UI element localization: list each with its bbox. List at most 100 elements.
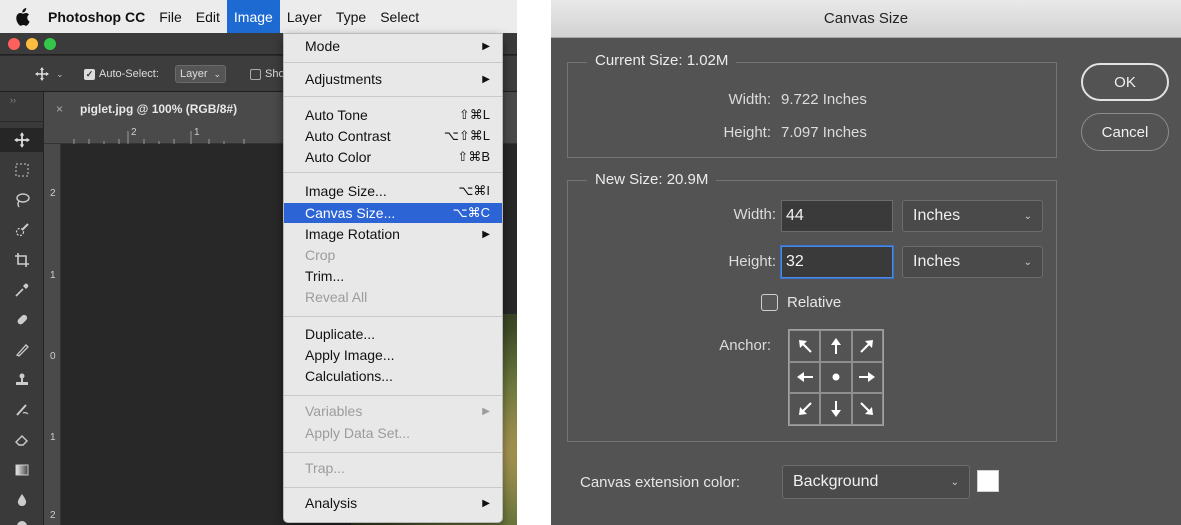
arrow-left-icon — [796, 372, 813, 383]
close-tab-icon[interactable]: × — [56, 102, 63, 116]
menu-item-label: Image Size... — [305, 183, 387, 199]
relative-checkbox[interactable] — [761, 294, 778, 311]
close-window-button[interactable] — [8, 38, 20, 50]
anchor-bottom-right[interactable] — [851, 393, 883, 425]
gradient-tool-button[interactable] — [0, 458, 44, 482]
menu-item-label: Calculations... — [305, 368, 393, 384]
menu-item-image-size[interactable]: Image Size... ⌥⌘I — [284, 181, 502, 201]
cancel-button[interactable]: Cancel — [1081, 113, 1169, 151]
menu-image[interactable]: Image — [226, 0, 280, 33]
width-input[interactable] — [781, 200, 893, 232]
new-size-legend: New Size: 20.9M — [587, 171, 717, 188]
height-unit-dropdown[interactable]: Inches ⌄ — [902, 246, 1043, 278]
ok-button[interactable]: OK — [1081, 63, 1169, 101]
width-unit-dropdown[interactable]: Inches ⌄ — [902, 200, 1043, 232]
healing-brush-tool-button[interactable] — [0, 308, 44, 332]
menu-separator — [284, 316, 502, 317]
menu-layer[interactable]: Layer — [280, 0, 329, 33]
anchor-middle-right[interactable] — [851, 361, 883, 394]
menu-item-image-rotation[interactable]: Image Rotation ▶ — [284, 224, 502, 244]
apple-icon[interactable] — [0, 7, 44, 26]
menu-select[interactable]: Select — [373, 0, 426, 33]
menu-item-label: Mode — [305, 38, 341, 54]
ruler-label: 2 — [50, 188, 56, 199]
menu-item-duplicate[interactable]: Duplicate... — [284, 324, 502, 344]
eraser-tool-button[interactable] — [0, 428, 44, 452]
menu-item-label: Trim... — [305, 268, 345, 284]
bandage-icon — [17, 314, 28, 325]
menu-item-label: Image Rotation — [305, 226, 400, 242]
crop-tool-button[interactable] — [0, 248, 44, 272]
current-width-value: 9.722 Inches — [781, 91, 867, 108]
history-brush-tool-button[interactable] — [0, 398, 44, 422]
anchor-label: Anchor: — [719, 337, 771, 354]
panel-collapse-icon[interactable]: ›› — [0, 92, 44, 122]
extension-color-dropdown[interactable]: Background ⌄ — [782, 465, 970, 499]
eyedropper-tool-button[interactable] — [0, 278, 44, 302]
menu-item-trim[interactable]: Trim... — [284, 266, 502, 286]
chevron-down-icon: ⌄ — [213, 68, 222, 79]
menu-file[interactable]: File — [152, 0, 189, 33]
quick-select-icon — [15, 223, 29, 237]
lasso-icon — [16, 193, 30, 208]
anchor-middle-left[interactable] — [789, 361, 821, 394]
move-icon — [14, 132, 30, 148]
menu-item-auto-color[interactable]: Auto Color ⇧⌘B — [284, 147, 502, 167]
menu-item-apply-image[interactable]: Apply Image... — [284, 345, 502, 365]
canvas-size-dialog: Canvas Size Current Size: 1.02M Width: 9… — [551, 0, 1181, 525]
clone-stamp-tool-button[interactable] — [0, 368, 44, 392]
menu-item-label: Auto Color — [305, 149, 372, 165]
menu-item-canvas-size[interactable]: Canvas Size... ⌥⌘C — [284, 203, 502, 223]
arrow-right-icon — [859, 372, 876, 383]
menu-item-adjustments[interactable]: Adjustments ▶ — [284, 69, 502, 89]
current-height-label: Height: — [723, 124, 771, 141]
menu-item-analysis[interactable]: Analysis ▶ — [284, 493, 502, 513]
anchor-center[interactable] — [820, 361, 852, 394]
lasso-tool-button[interactable] — [0, 188, 44, 212]
move-tool-icon[interactable] — [34, 56, 50, 92]
show-transform-checkbox[interactable]: Sho — [250, 56, 285, 92]
zoom-window-button[interactable] — [44, 38, 56, 50]
extension-color-swatch[interactable] — [977, 470, 999, 492]
menu-photoshop[interactable]: Photoshop CC — [44, 0, 152, 33]
height-input[interactable] — [781, 246, 893, 278]
menu-item-auto-contrast[interactable]: Auto Contrast ⌥⇧⌘L — [284, 126, 502, 146]
vertical-ruler[interactable]: 2 1 0 1 2 — [44, 144, 61, 525]
dialog-title: Canvas Size — [551, 0, 1181, 38]
menu-type[interactable]: Type — [329, 0, 373, 33]
anchor-top-right[interactable] — [851, 330, 883, 362]
menu-separator — [284, 172, 502, 173]
menu-item-shortcut: ⌥⌘I — [458, 183, 490, 198]
marquee-tool-button[interactable] — [0, 158, 44, 182]
document-tab-title: piglet.jpg @ 100% (RGB/8#) — [80, 102, 238, 116]
anchor-bottom-center[interactable] — [820, 393, 852, 425]
blur-tool-button[interactable] — [0, 488, 44, 512]
anchor-top-center[interactable] — [820, 330, 852, 362]
ruler-label: 2 — [50, 510, 56, 521]
brush-tool-button[interactable] — [0, 338, 44, 362]
menu-item-shortcut: ⇧⌘B — [457, 149, 490, 164]
droplet-icon — [17, 494, 27, 506]
menu-edit[interactable]: Edit — [189, 0, 227, 33]
brush-icon — [15, 344, 29, 357]
tool-preset-chevron-icon[interactable]: ⌄ — [56, 56, 64, 92]
menu-item-calculations[interactable]: Calculations... — [284, 366, 502, 386]
anchor-dot-icon — [832, 373, 840, 381]
anchor-bottom-left[interactable] — [789, 393, 821, 425]
show-transform-label: Sho — [265, 68, 285, 80]
minimize-window-button[interactable] — [26, 38, 38, 50]
menu-item-label: Crop — [305, 247, 336, 263]
anchor-top-left[interactable] — [789, 330, 821, 362]
menu-item-trap: Trap... — [284, 458, 502, 478]
auto-select-target-dropdown[interactable]: Layer ⌄ — [175, 56, 227, 92]
marquee-icon — [15, 163, 29, 177]
dodge-tool-button[interactable] — [0, 514, 44, 525]
move-tool-button[interactable] — [0, 128, 44, 152]
quick-select-tool-button[interactable] — [0, 218, 44, 242]
auto-select-checkbox[interactable]: ✓ Auto-Select: — [84, 56, 159, 92]
ruler-label: 1 — [50, 432, 56, 443]
width-unit-value: Inches — [913, 207, 961, 224]
menu-item-variables: Variables ▶ — [284, 401, 502, 421]
menu-item-mode[interactable]: Mode ▶ — [284, 36, 502, 56]
menu-item-auto-tone[interactable]: Auto Tone ⇧⌘L — [284, 105, 502, 125]
